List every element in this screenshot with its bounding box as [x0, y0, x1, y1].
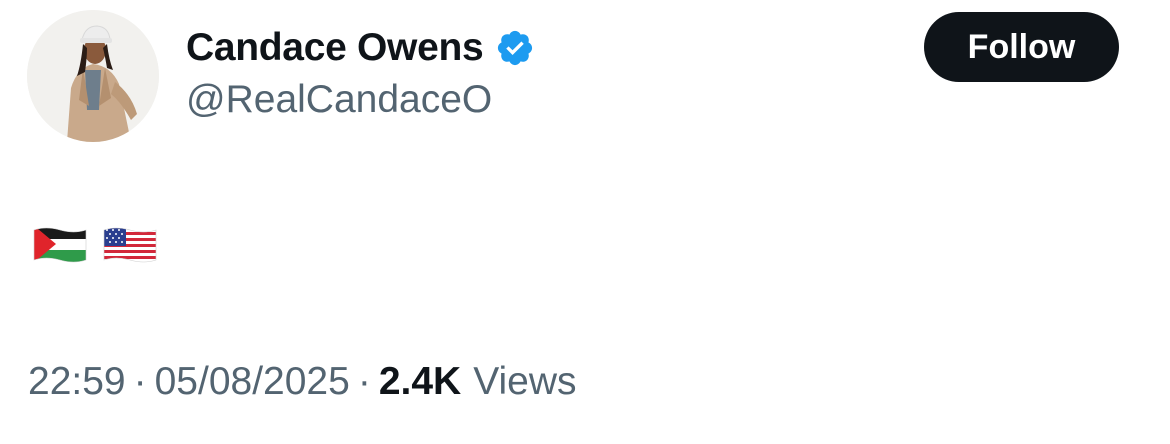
tweet-text	[32, 224, 158, 264]
avatar[interactable]	[27, 10, 159, 142]
tweet-date[interactable]: 05/08/2025	[155, 360, 350, 404]
display-name[interactable]: Candace Owens	[186, 26, 484, 70]
author-handle[interactable]: @RealCandaceO	[186, 78, 492, 122]
views-label: Views	[473, 360, 577, 403]
avatar-image	[27, 10, 159, 142]
palestine-flag-icon	[33, 227, 87, 263]
us-flag-icon	[103, 227, 157, 263]
meta-separator: ·	[133, 360, 147, 403]
follow-button[interactable]: Follow	[924, 12, 1119, 82]
tweet-meta: 22:59 · 05/08/2025 · 2.4K Views	[28, 360, 577, 404]
views-count: 2.4K	[378, 360, 462, 403]
tweet-time[interactable]: 22:59	[28, 360, 126, 404]
author-name-row: Candace Owens	[186, 22, 535, 74]
verified-badge-icon[interactable]	[495, 28, 535, 68]
meta-separator: ·	[357, 360, 371, 403]
